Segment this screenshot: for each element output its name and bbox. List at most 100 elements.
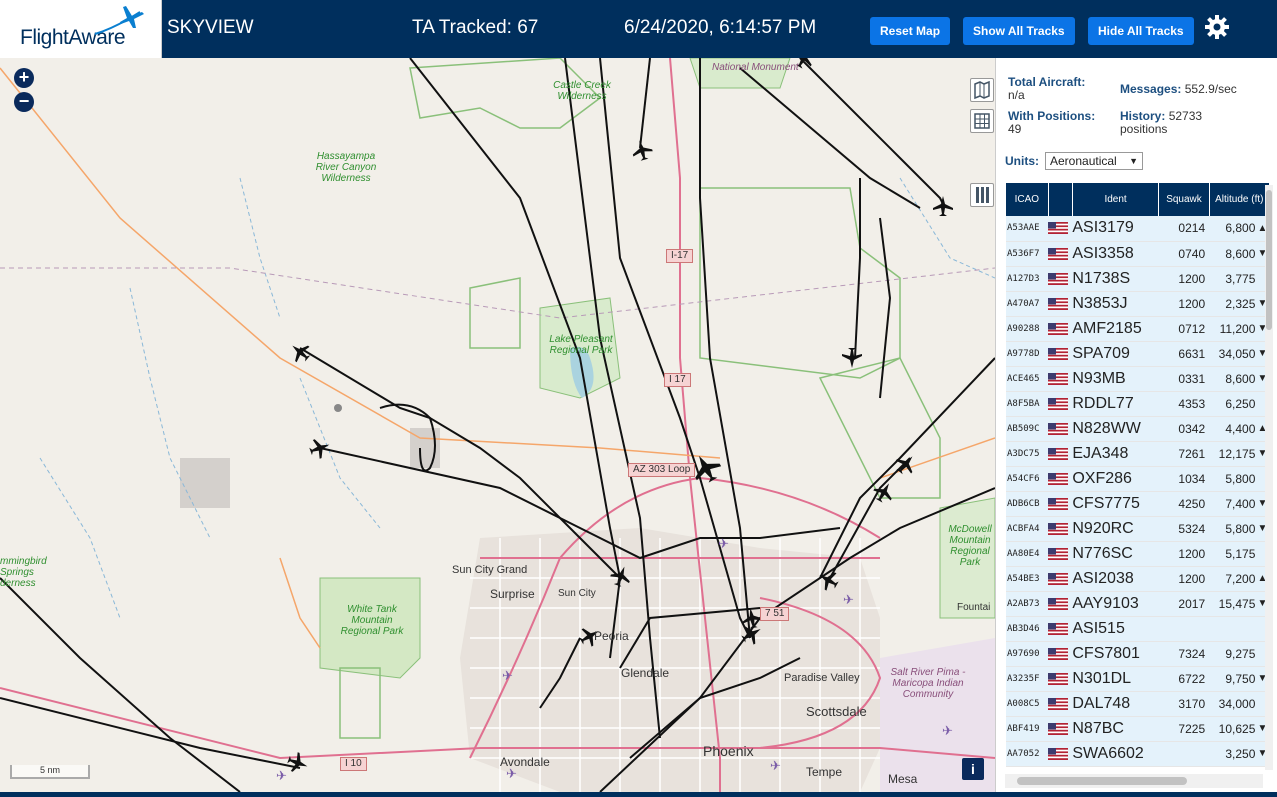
table-row[interactable]: A008C5 DAL748 3170 34,000 <box>1006 691 1270 717</box>
us-flag-icon <box>1048 597 1069 610</box>
cell-squawk: 1200 <box>1158 541 1210 567</box>
cell-squawk: 4353 <box>1158 391 1210 417</box>
table-row[interactable]: A470A7 N3853J 1200 2,325 ▼ <box>1006 291 1270 317</box>
col-squawk[interactable]: Squawk <box>1158 183 1210 216</box>
table-row[interactable]: A97690 CFS7801 7324 9,275 <box>1006 641 1270 667</box>
show-all-tracks-button[interactable]: Show All Tracks <box>963 17 1075 45</box>
table-row[interactable]: A90288 AMF2185 0712 11,200 ▼ <box>1006 316 1270 342</box>
cell-ident: CFS7775 <box>1072 491 1159 517</box>
map-layers-button[interactable] <box>970 78 994 102</box>
us-flag-icon <box>1048 547 1069 560</box>
cell-flag <box>1048 541 1073 567</box>
us-flag-icon <box>1048 522 1069 535</box>
table-row[interactable]: ACBFA4 N920RC 5324 5,800 ▼ <box>1006 516 1270 542</box>
map-view[interactable]: ✈ ✈ ✈ ✈ ✈ ✈ ✈ National Monument Castle C… <box>0 58 995 792</box>
col-ident[interactable]: Ident <box>1072 183 1160 216</box>
units-select[interactable]: Aeronautical ▼ <box>1045 152 1143 170</box>
cell-icao: A54BE3 <box>1006 566 1049 592</box>
map-grid-button[interactable] <box>970 109 994 133</box>
cell-altitude: 2,325 <box>1209 291 1256 317</box>
cell-flag <box>1048 441 1073 467</box>
cell-altitude: 8,600 <box>1209 366 1256 392</box>
cell-ident: ASI2038 <box>1072 566 1159 592</box>
cell-icao: A53AAE <box>1006 216 1049 242</box>
col-altitude[interactable]: Altitude (ft) <box>1209 183 1271 216</box>
cell-ident: ASI3358 <box>1072 241 1159 267</box>
table-row[interactable]: A536F7 ASI3358 0740 8,600 ▼ <box>1006 241 1270 267</box>
messages-stat: Messages: 552.9/sec <box>1120 83 1237 96</box>
cell-ident: N3853J <box>1072 291 1159 317</box>
us-flag-icon <box>1048 472 1069 485</box>
col-flag[interactable] <box>1048 183 1073 216</box>
table-row[interactable]: A127D3 N1738S 1200 3,775 <box>1006 266 1270 292</box>
gear-icon[interactable] <box>1203 13 1231 41</box>
cell-squawk <box>1158 741 1210 767</box>
cell-flag <box>1048 616 1073 642</box>
cell-ident: N920RC <box>1072 516 1159 542</box>
layers-icon <box>974 80 990 100</box>
table-row[interactable]: A54BE3 ASI2038 1200 7,200 ▲ <box>1006 566 1270 592</box>
label-peoria: Peoria <box>594 629 629 643</box>
us-flag-icon <box>1048 697 1069 710</box>
table-row[interactable]: AB3D46 ASI515 <box>1006 616 1270 642</box>
total-aircraft-value: n/a <box>1008 88 1025 102</box>
label-hummingbird: mmingbird Springs derness <box>0 556 47 589</box>
cell-ident: AAY9103 <box>1072 591 1159 617</box>
cell-altitude: 34,050 <box>1209 341 1256 367</box>
horizontal-scroll-thumb[interactable] <box>1017 777 1187 785</box>
cell-squawk: 0214 <box>1158 216 1210 242</box>
label-white-tank: White Tank Mountain Regional Park <box>340 604 404 637</box>
info-button[interactable]: i <box>962 758 984 780</box>
hide-all-tracks-button[interactable]: Hide All Tracks <box>1088 17 1194 45</box>
cell-icao: ABF419 <box>1006 716 1049 742</box>
toggle-sidebar-button[interactable] <box>970 183 994 207</box>
table-row[interactable]: ADB6CB CFS7775 4250 7,400 ▼ <box>1006 491 1270 517</box>
flightaware-logo[interactable]: FlightAware <box>0 0 162 58</box>
table-row[interactable]: ABF419 N87BC 7225 10,625 ▼ <box>1006 716 1270 742</box>
svg-text:✈: ✈ <box>770 758 781 773</box>
cell-squawk: 3170 <box>1158 691 1210 717</box>
table-row[interactable]: A3DC75 EJA348 7261 12,175 ▼ <box>1006 441 1270 467</box>
table-row[interactable]: ACE465 N93MB 0331 8,600 ▼ <box>1006 366 1270 392</box>
cell-flag <box>1048 716 1073 742</box>
table-row[interactable]: A2AB73 AAY9103 2017 15,475 ▼ <box>1006 591 1270 617</box>
cell-ident: N776SC <box>1072 541 1159 567</box>
cell-ident: SWA6602 <box>1072 741 1159 767</box>
cell-icao: A54CF6 <box>1006 466 1049 492</box>
us-flag-icon <box>1048 397 1069 410</box>
svg-text:✈: ✈ <box>502 668 513 683</box>
with-positions: With Positions: 49 <box>1008 110 1095 136</box>
zoom-in-button[interactable]: + <box>14 68 34 88</box>
table-row[interactable]: A9778D SPA709 6631 34,050 ▼ <box>1006 341 1270 367</box>
total-aircraft-label: Total Aircraft: <box>1008 75 1086 89</box>
cell-altitude: 10,625 <box>1209 716 1256 742</box>
reset-map-button[interactable]: Reset Map <box>870 17 951 45</box>
table-row[interactable]: A8F5BA RDDL77 4353 6,250 <box>1006 391 1270 417</box>
cell-altitude: 4,400 <box>1209 416 1256 442</box>
table-row[interactable]: A54CF6 OXF286 1034 5,800 <box>1006 466 1270 492</box>
cell-squawk: 6722 <box>1158 666 1210 692</box>
svg-text:✈: ✈ <box>718 536 729 551</box>
zoom-out-button[interactable]: − <box>14 92 34 112</box>
table-row[interactable]: AA7052 SWA6602 3,250 ▼ <box>1006 741 1270 767</box>
map-scale: 5 nm <box>10 765 90 779</box>
cell-squawk: 7324 <box>1158 641 1210 667</box>
cell-altitude: 6,800 <box>1209 216 1256 242</box>
cell-altitude: 7,400 <box>1209 491 1256 517</box>
label-fountain: Fountai <box>957 602 991 613</box>
cell-icao: ACBFA4 <box>1006 516 1049 542</box>
cell-flag <box>1048 216 1073 242</box>
table-row[interactable]: AA80E4 N776SC 1200 5,175 <box>1006 541 1270 567</box>
with-positions-value: 49 <box>1008 122 1022 136</box>
cell-flag <box>1048 466 1073 492</box>
vertical-scroll-thumb[interactable] <box>1266 190 1272 330</box>
cell-icao: ACE465 <box>1006 366 1049 392</box>
table-row[interactable]: A53AAE ASI3179 0214 6,800 ▲ <box>1006 216 1270 242</box>
table-row[interactable]: A3235F N301DL 6722 9,750 ▼ <box>1006 666 1270 692</box>
table-row[interactable]: AB509C N828WW 0342 4,400 ▲ <box>1006 416 1270 442</box>
col-icao[interactable]: ICAO <box>1006 183 1049 216</box>
cell-squawk: 4250 <box>1158 491 1210 517</box>
cell-flag <box>1048 416 1073 442</box>
label-sun-city-grand: Sun City Grand <box>452 564 528 576</box>
cell-ident: CFS7801 <box>1072 641 1159 667</box>
